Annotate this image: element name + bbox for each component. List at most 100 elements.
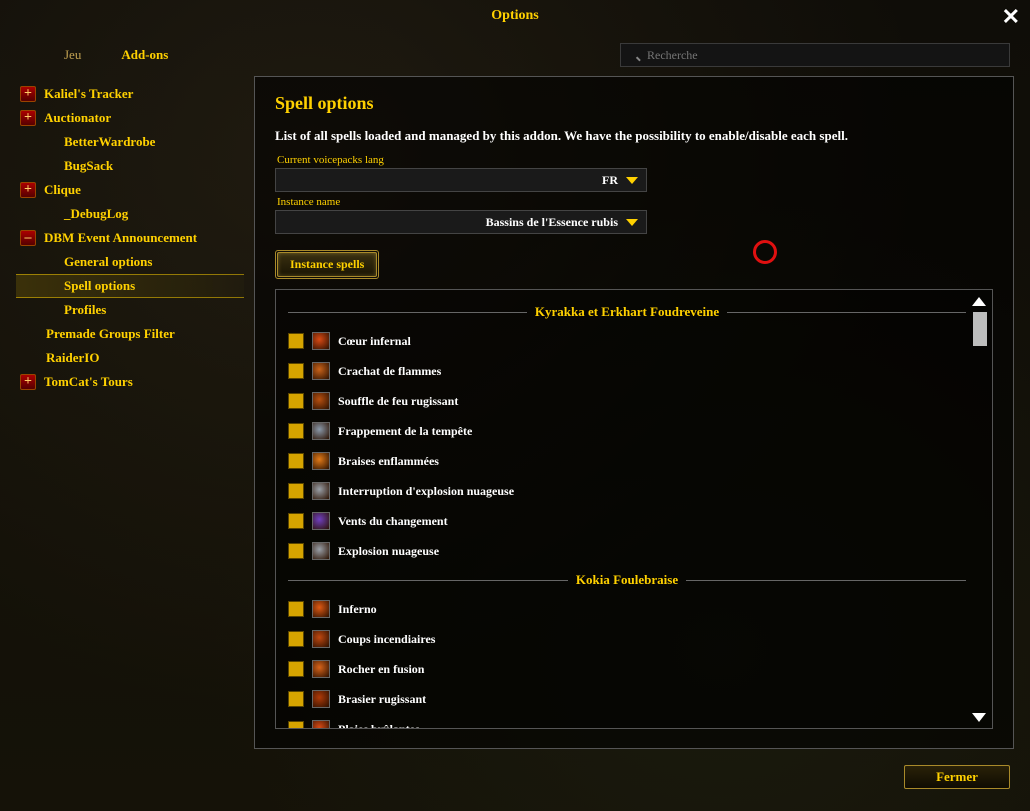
spell-name: Vents du changement bbox=[338, 514, 448, 529]
spell-row: Crachat de flammes bbox=[288, 356, 966, 386]
sidebar-item[interactable]: + Clique bbox=[16, 178, 244, 202]
sidebar-item[interactable]: + Auctionator bbox=[16, 106, 244, 130]
spell-icon bbox=[312, 542, 330, 560]
spell-checkbox[interactable] bbox=[288, 363, 304, 379]
spell-checkbox[interactable] bbox=[288, 483, 304, 499]
sidebar-item-label: Auctionator bbox=[44, 110, 111, 126]
spell-icon bbox=[312, 720, 330, 729]
spell-icon bbox=[312, 452, 330, 470]
sidebar-subitem[interactable]: Premade Groups Filter bbox=[16, 322, 244, 346]
sidebar-item-label: Kaliel's Tracker bbox=[44, 86, 133, 102]
spell-name: Interruption d'explosion nuageuse bbox=[338, 484, 514, 499]
spell-row: Vents du changement bbox=[288, 506, 966, 536]
spell-checkbox[interactable] bbox=[288, 691, 304, 707]
spell-group-header: Kyrakka et Erkhart Foudreveine bbox=[288, 304, 966, 320]
spell-row: Frappement de la tempête bbox=[288, 416, 966, 446]
close-button[interactable]: Fermer bbox=[904, 765, 1010, 789]
panel-description: List of all spells loaded and managed by… bbox=[275, 128, 993, 144]
sidebar-item[interactable]: + Kaliel's Tracker bbox=[16, 82, 244, 106]
lang-dropdown[interactable]: FR bbox=[275, 168, 647, 192]
spell-name: Inferno bbox=[338, 602, 377, 617]
expand-icon[interactable]: + bbox=[20, 110, 36, 126]
spell-checkbox[interactable] bbox=[288, 661, 304, 677]
spell-group-header: Kokia Foulebraise bbox=[288, 572, 966, 588]
lang-value: FR bbox=[602, 173, 618, 188]
spell-checkbox[interactable] bbox=[288, 333, 304, 349]
spell-icon bbox=[312, 392, 330, 410]
tab-game[interactable]: Jeu bbox=[64, 47, 81, 63]
scroll-down-button[interactable] bbox=[970, 708, 988, 726]
instance-value: Bassins de l'Essence rubis bbox=[486, 215, 618, 230]
spell-row: Inferno bbox=[288, 594, 966, 624]
instance-spells-button[interactable]: Instance spells bbox=[277, 252, 377, 277]
scrollbar-thumb[interactable] bbox=[973, 312, 987, 346]
sidebar-item-label: Clique bbox=[44, 182, 81, 198]
spell-name: Souffle de feu rugissant bbox=[338, 394, 458, 409]
expand-icon[interactable]: + bbox=[20, 86, 36, 102]
instance-label: Instance name bbox=[277, 196, 993, 208]
spell-row: Braises enflammées bbox=[288, 446, 966, 476]
spell-row: Cœur infernal bbox=[288, 326, 966, 356]
spell-name: Coups incendiaires bbox=[338, 632, 435, 647]
scroll-up-button[interactable] bbox=[970, 292, 988, 310]
spell-icon bbox=[312, 422, 330, 440]
spell-row: Explosion nuageuse bbox=[288, 536, 966, 566]
close-icon[interactable]: ✕ bbox=[1002, 6, 1020, 28]
spell-row: Coups incendiaires bbox=[288, 624, 966, 654]
sidebar-item-label: DBM Event Announcement bbox=[44, 230, 197, 246]
spell-checkbox[interactable] bbox=[288, 513, 304, 529]
tab-addons[interactable]: Add-ons bbox=[121, 47, 168, 63]
spell-checkbox[interactable] bbox=[288, 393, 304, 409]
spell-row: Rocher en fusion bbox=[288, 654, 966, 684]
spell-name: Cœur infernal bbox=[338, 334, 411, 349]
window-title: Options bbox=[0, 8, 1030, 24]
spell-checkbox[interactable] bbox=[288, 543, 304, 559]
spell-icon bbox=[312, 482, 330, 500]
spell-icon bbox=[312, 600, 330, 618]
spell-name: Braises enflammées bbox=[338, 454, 439, 469]
spell-name: Explosion nuageuse bbox=[338, 544, 439, 559]
sidebar-subitem[interactable]: General options bbox=[16, 250, 244, 274]
spell-icon bbox=[312, 660, 330, 678]
sidebar-subitem[interactable]: RaiderIO bbox=[16, 346, 244, 370]
search-input[interactable] bbox=[620, 43, 1010, 67]
spell-icon bbox=[312, 630, 330, 648]
panel-title: Spell options bbox=[275, 93, 993, 114]
spell-row: Brasier rugissant bbox=[288, 684, 966, 714]
sidebar-subitem[interactable]: BugSack bbox=[16, 154, 244, 178]
spell-name: Frappement de la tempête bbox=[338, 424, 472, 439]
search-icon bbox=[620, 43, 1010, 67]
spell-row: Plaies brûlantes bbox=[288, 714, 966, 729]
spell-row: Souffle de feu rugissant bbox=[288, 386, 966, 416]
sidebar-subitem[interactable]: Spell options bbox=[16, 274, 244, 298]
spell-icon bbox=[312, 362, 330, 380]
chevron-down-icon bbox=[626, 177, 638, 184]
chevron-down-icon bbox=[626, 219, 638, 226]
spell-name: Rocher en fusion bbox=[338, 662, 424, 677]
spell-icon bbox=[312, 332, 330, 350]
sidebar-item-label: TomCat's Tours bbox=[44, 374, 133, 390]
sidebar-subitem[interactable]: _DebugLog bbox=[16, 202, 244, 226]
spell-name: Plaies brûlantes bbox=[338, 722, 420, 730]
spell-icon bbox=[312, 690, 330, 708]
spell-row: Interruption d'explosion nuageuse bbox=[288, 476, 966, 506]
spell-checkbox[interactable] bbox=[288, 601, 304, 617]
spell-checkbox[interactable] bbox=[288, 423, 304, 439]
spell-checkbox[interactable] bbox=[288, 453, 304, 469]
spell-checkbox[interactable] bbox=[288, 631, 304, 647]
expand-icon[interactable]: + bbox=[20, 374, 36, 390]
sidebar-item[interactable]: –DBM Event Announcement bbox=[16, 226, 244, 250]
spell-name: Crachat de flammes bbox=[338, 364, 441, 379]
collapse-icon[interactable]: – bbox=[20, 230, 36, 246]
sidebar-subitem[interactable]: BetterWardrobe bbox=[16, 130, 244, 154]
spell-list: Kyrakka et Erkhart Foudreveine Cœur infer… bbox=[275, 289, 993, 729]
spell-checkbox[interactable] bbox=[288, 721, 304, 729]
instance-dropdown[interactable]: Bassins de l'Essence rubis bbox=[275, 210, 647, 234]
spell-icon bbox=[312, 512, 330, 530]
main-panel: Spell options List of all spells loaded … bbox=[254, 76, 1014, 749]
expand-icon[interactable]: + bbox=[20, 182, 36, 198]
lang-label: Current voicepacks lang bbox=[277, 154, 993, 166]
sidebar-item[interactable]: + TomCat's Tours bbox=[16, 370, 244, 394]
sidebar-subitem[interactable]: Profiles bbox=[16, 298, 244, 322]
spell-name: Brasier rugissant bbox=[338, 692, 426, 707]
